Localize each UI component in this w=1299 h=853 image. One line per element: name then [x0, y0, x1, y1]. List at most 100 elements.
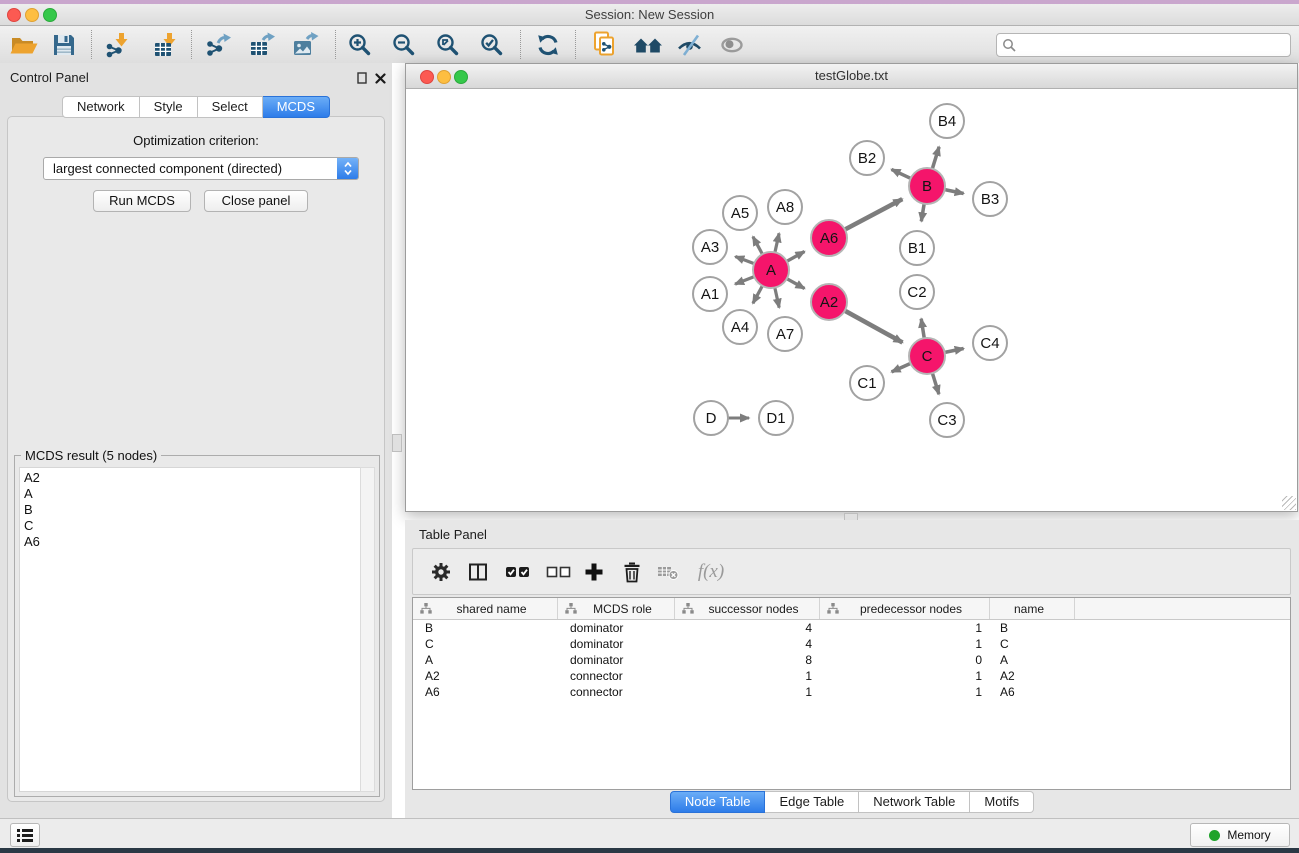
result-item[interactable]: A2 [20, 470, 360, 486]
cell-name[interactable]: A [990, 652, 1075, 668]
cell-shared-name[interactable]: A2 [413, 668, 558, 684]
result-item[interactable]: A [20, 486, 360, 502]
edge-A-A6[interactable] [786, 252, 805, 262]
add-column-button[interactable] [580, 560, 608, 584]
edge-A-A8[interactable] [775, 233, 779, 253]
edge-A2-C[interactable] [844, 310, 903, 342]
cell-name[interactable]: A6 [990, 684, 1075, 700]
node-C1[interactable]: C1 [850, 366, 884, 400]
export-image-button[interactable] [286, 28, 324, 61]
clone-network-button[interactable] [586, 28, 624, 61]
function-builder-button[interactable]: f(x) [693, 560, 729, 584]
cell-predecessor-nodes[interactable]: 1 [820, 684, 990, 700]
column-header-name[interactable]: name [990, 598, 1075, 619]
cell-successor-nodes[interactable]: 1 [675, 684, 820, 700]
result-item[interactable]: C [20, 518, 360, 534]
criterion-select[interactable]: largest connected component (directed) [43, 157, 359, 180]
zoom-selected-button[interactable] [473, 28, 511, 61]
cell-predecessor-nodes[interactable]: 1 [820, 620, 990, 636]
edge-B-B1[interactable] [921, 203, 924, 222]
node-B4[interactable]: B4 [930, 104, 964, 138]
node-B3[interactable]: B3 [973, 182, 1007, 216]
cell-predecessor-nodes[interactable]: 0 [820, 652, 990, 668]
export-table-button[interactable] [243, 28, 281, 61]
export-network-button[interactable] [199, 28, 237, 61]
edge-C-C4[interactable] [944, 349, 964, 353]
import-table-button[interactable] [147, 28, 185, 61]
delete-table-button[interactable] [655, 560, 683, 584]
cell-successor-nodes[interactable]: 4 [675, 636, 820, 652]
table-tab-motifs[interactable]: Motifs [970, 791, 1034, 813]
node-C4[interactable]: C4 [973, 326, 1007, 360]
close-panel-action-button[interactable]: Close panel [204, 190, 308, 212]
edge-C-C3[interactable] [932, 372, 939, 394]
edge-A6-B[interactable] [844, 199, 902, 230]
edge-C-C2[interactable] [921, 319, 924, 340]
edge-A-A1[interactable] [735, 276, 755, 284]
table-row[interactable]: Adominator80A [413, 652, 1290, 668]
table-tab-edge-table[interactable]: Edge Table [765, 791, 859, 813]
table-row[interactable]: Bdominator41B [413, 620, 1290, 636]
deselect-all-button[interactable] [544, 560, 574, 584]
node-B1[interactable]: B1 [900, 231, 934, 265]
edge-A-A5[interactable] [753, 237, 763, 255]
delete-column-button[interactable] [618, 560, 646, 584]
table-tab-node-table[interactable]: Node Table [670, 791, 766, 813]
show-all-button[interactable] [713, 28, 751, 61]
column-header-successor-nodes[interactable]: successor nodes [675, 598, 820, 619]
zoom-fit-button[interactable] [429, 28, 467, 61]
tab-network[interactable]: Network [62, 96, 140, 118]
table-row[interactable]: Cdominator41C [413, 636, 1290, 652]
table-row[interactable]: A6connector11A6 [413, 684, 1290, 700]
vertical-splitter-handle[interactable] [392, 434, 402, 452]
cell-name[interactable]: C [990, 636, 1075, 652]
cell-shared-name[interactable]: B [413, 620, 558, 636]
node-A8[interactable]: A8 [768, 190, 802, 224]
resize-grip[interactable] [1282, 496, 1296, 510]
cell-successor-nodes[interactable]: 1 [675, 668, 820, 684]
edge-A-A4[interactable] [753, 285, 763, 303]
node-D[interactable]: D [694, 401, 728, 435]
node-A5[interactable]: A5 [723, 196, 757, 230]
table-row[interactable]: A2connector11A2 [413, 668, 1290, 684]
hide-selected-button[interactable] [671, 28, 709, 61]
result-item[interactable]: A6 [20, 534, 360, 550]
edge-A-A3[interactable] [735, 257, 755, 265]
result-scrollbar[interactable] [360, 467, 375, 792]
edge-C-C1[interactable] [892, 363, 912, 372]
cell-MCDS-role[interactable]: connector [558, 668, 675, 684]
network-window-titlebar[interactable]: testGlobe.txt [406, 64, 1297, 89]
edge-A-A2[interactable] [786, 278, 805, 288]
zoom-in-button[interactable] [341, 28, 379, 61]
cell-shared-name[interactable]: A6 [413, 684, 558, 700]
mcds-result-list[interactable]: A2ABCA6 [19, 467, 361, 792]
node-C3[interactable]: C3 [930, 403, 964, 437]
cell-MCDS-role[interactable]: dominator [558, 636, 675, 652]
tab-mcds[interactable]: MCDS [263, 96, 330, 118]
node-A3[interactable]: A3 [693, 230, 727, 264]
node-A4[interactable]: A4 [723, 310, 757, 344]
memory-button[interactable]: Memory [1190, 823, 1290, 847]
node-A6[interactable]: A6 [811, 220, 847, 256]
cell-name[interactable]: A2 [990, 668, 1075, 684]
table-settings-button[interactable] [427, 560, 455, 584]
zoom-out-button[interactable] [385, 28, 423, 61]
result-item[interactable]: B [20, 502, 360, 518]
column-header-predecessor-nodes[interactable]: predecessor nodes [820, 598, 990, 619]
cell-MCDS-role[interactable]: dominator [558, 620, 675, 636]
edge-B-B4[interactable] [932, 147, 939, 170]
table-tab-network-table[interactable]: Network Table [859, 791, 970, 813]
column-header-shared-name[interactable]: shared name [413, 598, 558, 619]
node-A2[interactable]: A2 [811, 284, 847, 320]
edge-A-A7[interactable] [775, 287, 780, 308]
close-network-window-button[interactable] [420, 70, 434, 84]
cell-name[interactable]: B [990, 620, 1075, 636]
node-A1[interactable]: A1 [693, 277, 727, 311]
minimize-window-button[interactable] [25, 8, 39, 22]
cell-shared-name[interactable]: C [413, 636, 558, 652]
float-panel-button[interactable] [355, 71, 369, 85]
column-header-MCDS-role[interactable]: MCDS role [558, 598, 675, 619]
node-A7[interactable]: A7 [768, 317, 802, 351]
tab-select[interactable]: Select [198, 96, 263, 118]
node-C[interactable]: C [909, 338, 945, 374]
